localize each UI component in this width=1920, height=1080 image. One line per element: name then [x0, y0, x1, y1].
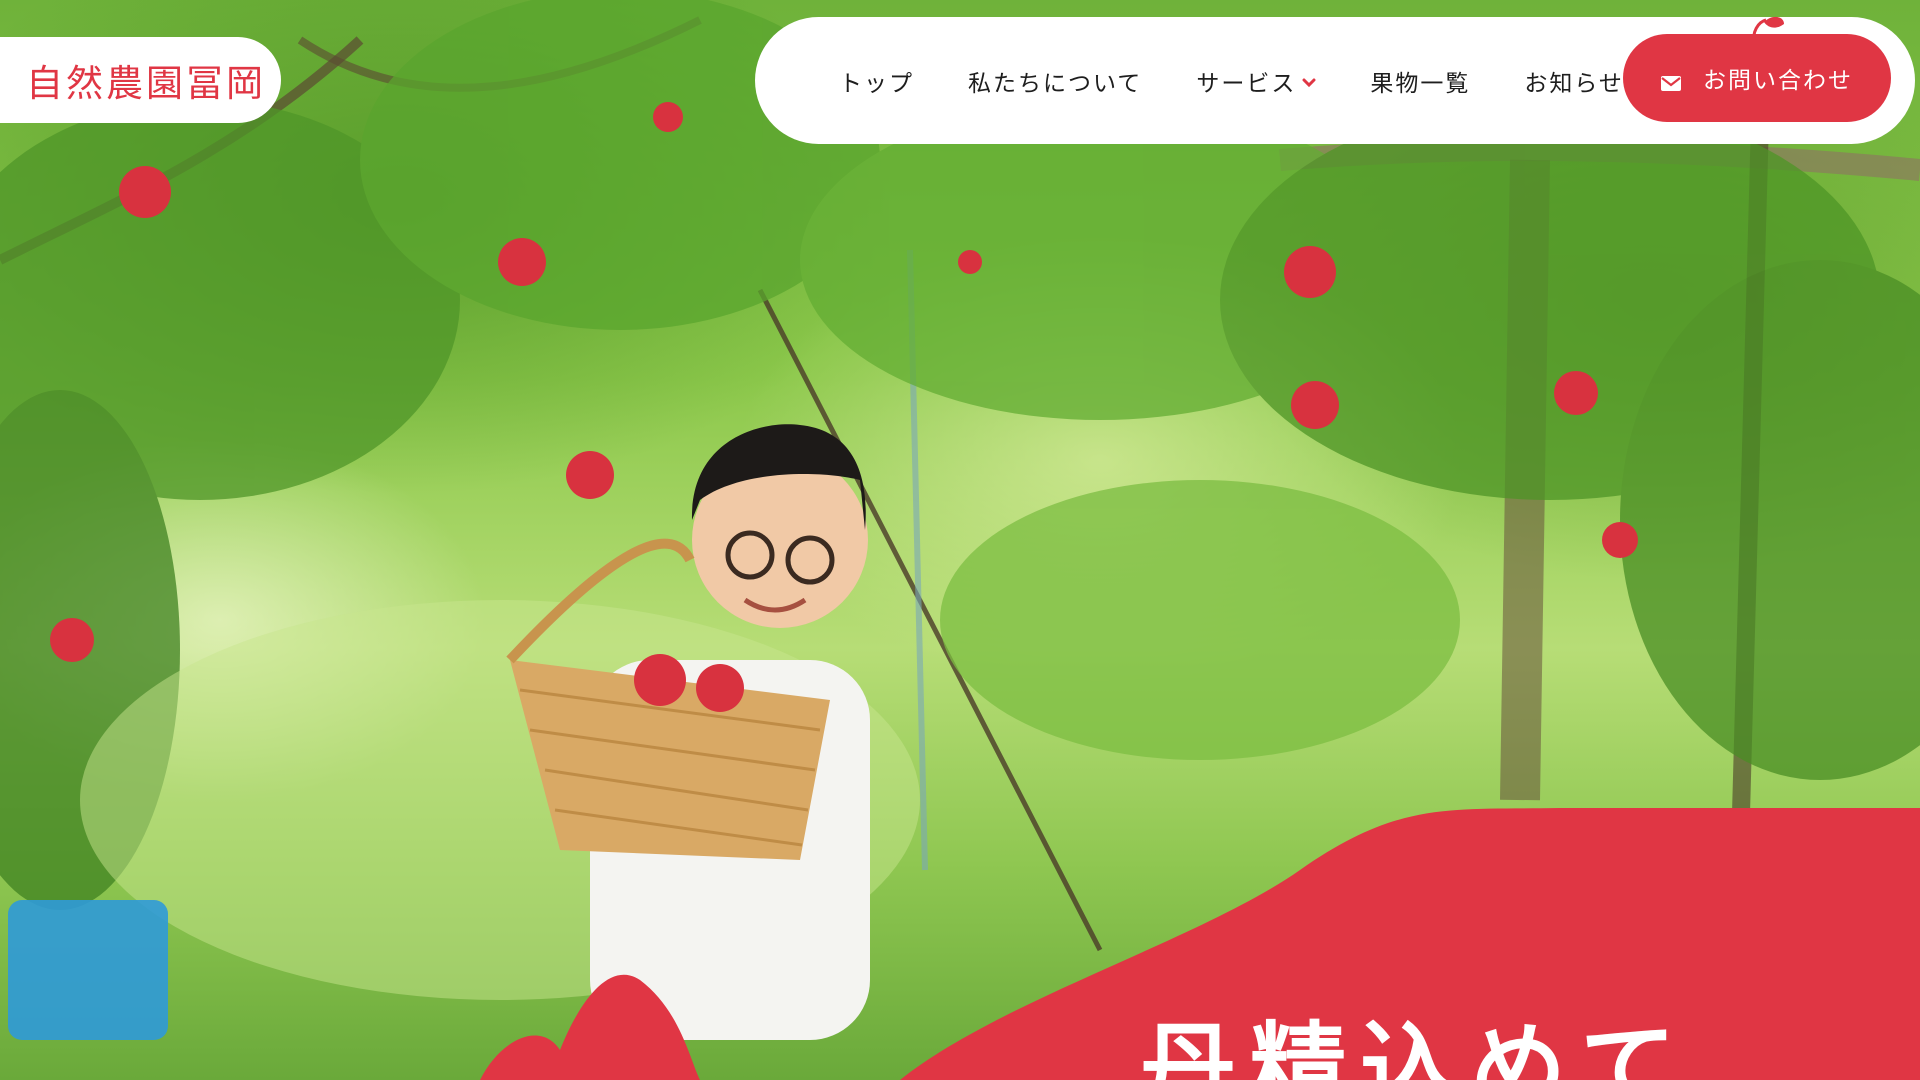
mail-icon	[1661, 71, 1681, 91]
nav-item-services[interactable]: サービス	[1196, 64, 1316, 98]
nav-item-news[interactable]: お知らせ	[1524, 64, 1624, 98]
logo[interactable]: 自然農園冨岡	[0, 37, 281, 123]
page: 丹精込めて 自然農園冨岡 トップ 私たちについて サービス 果物一覧 お知らせ	[0, 0, 1920, 1080]
nav-item-top[interactable]: トップ	[839, 64, 914, 98]
logo-text: 自然農園冨岡	[26, 62, 266, 105]
main-nav: トップ 私たちについて サービス 果物一覧 お知らせ お問い合わせ	[755, 17, 1915, 144]
leaf-icon	[1752, 16, 1784, 45]
nav-item-label: 私たちについて	[968, 70, 1143, 97]
nav-item-label: 果物一覧	[1370, 70, 1471, 97]
nav-item-fruits[interactable]: 果物一覧	[1370, 64, 1470, 98]
chevron-down-icon	[1302, 73, 1316, 92]
nav-item-label: トップ	[839, 70, 914, 97]
red-wave-shape	[480, 808, 1920, 1080]
nav-item-label: お知らせ	[1524, 70, 1624, 97]
nav-item-label: サービス	[1196, 70, 1297, 97]
contact-button-label: お問い合わせ	[1703, 68, 1853, 94]
hero-headline: 丹精込めて	[1140, 1012, 1690, 1080]
nav-item-about[interactable]: 私たちについて	[968, 64, 1142, 98]
